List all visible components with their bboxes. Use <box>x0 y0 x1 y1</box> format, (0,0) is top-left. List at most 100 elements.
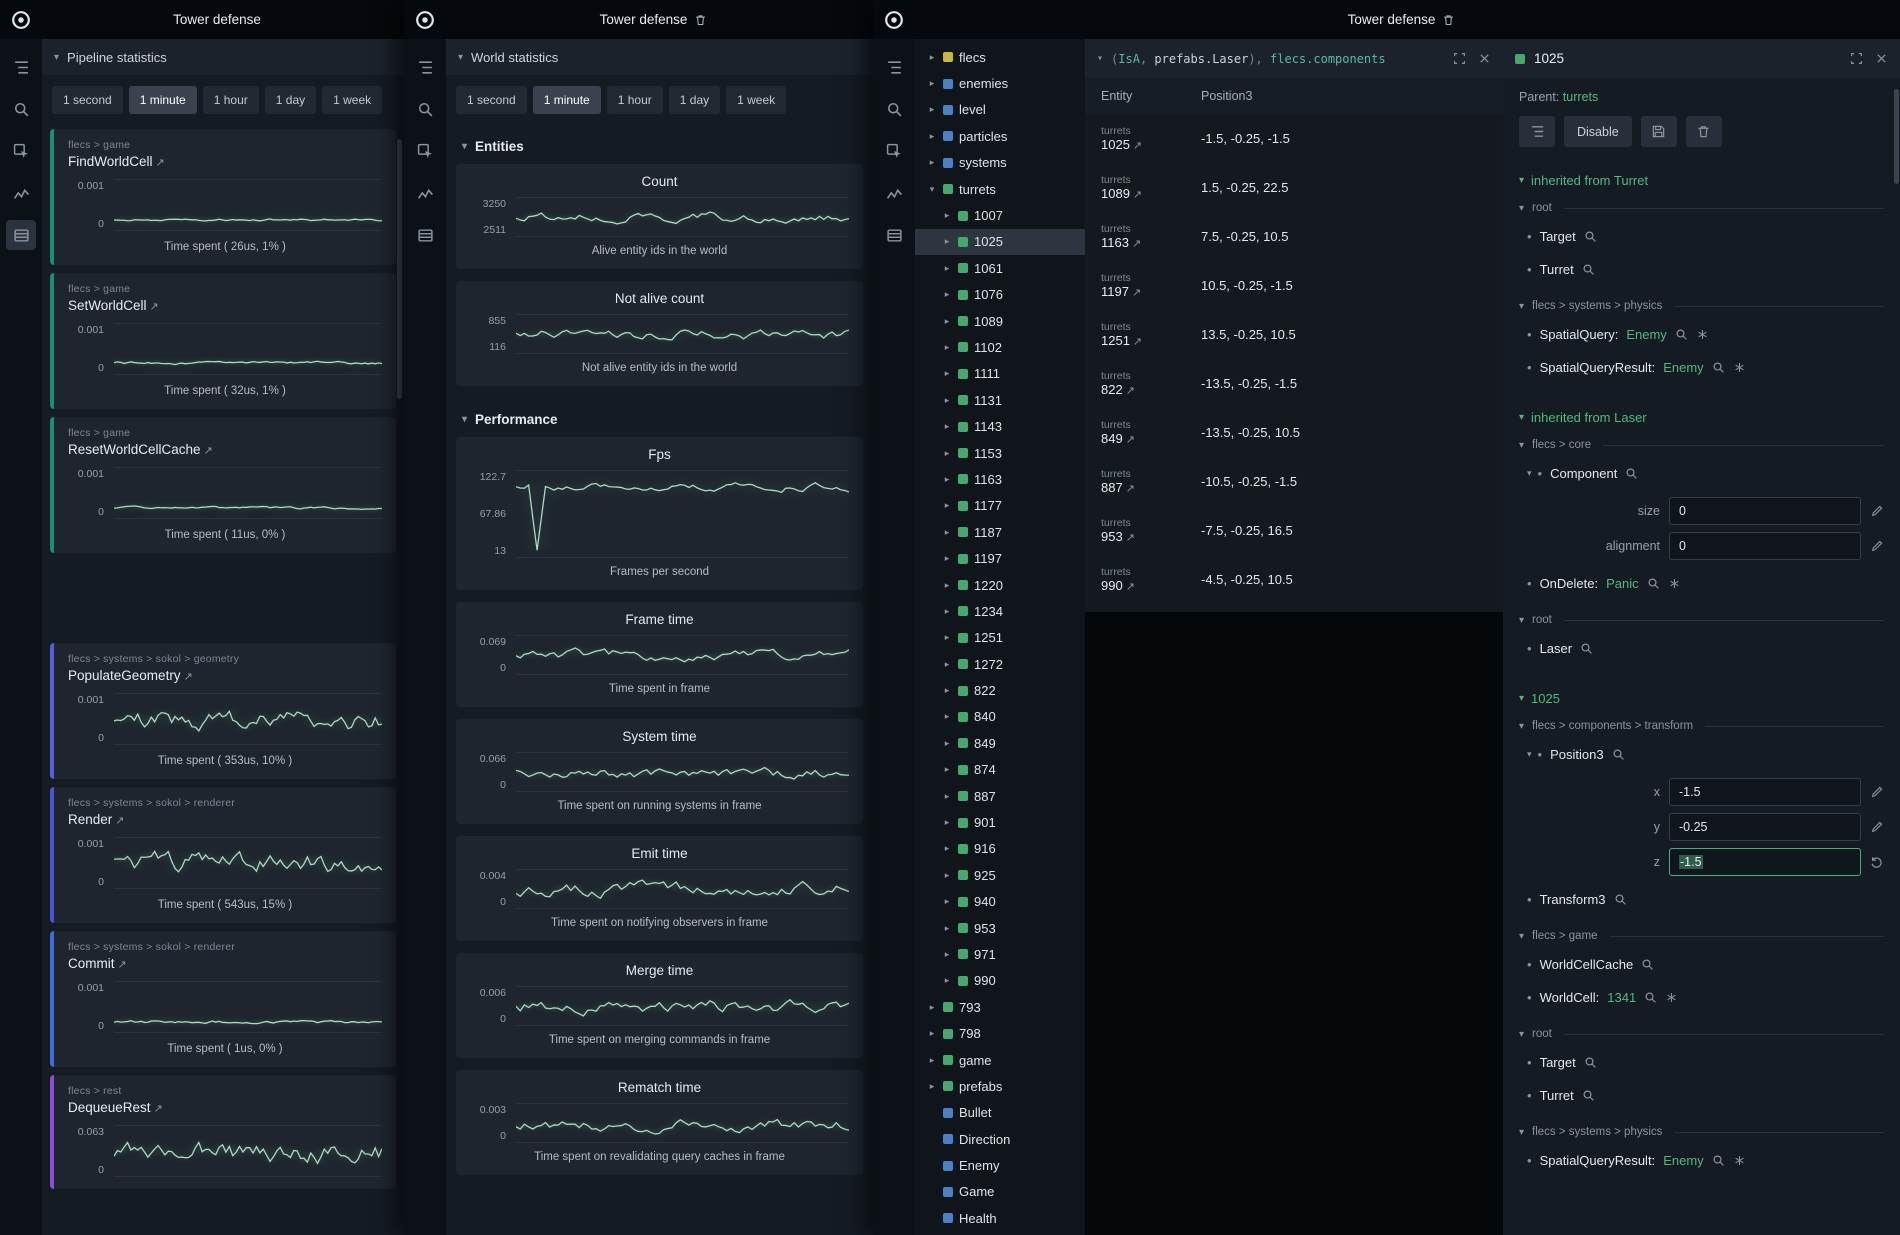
search-icon[interactable] <box>1584 1056 1597 1069</box>
field-input[interactable]: 0 <box>1669 497 1861 525</box>
entity-id-link[interactable]: 1197↗ <box>1101 284 1201 299</box>
tree-item-990[interactable]: ▸990 <box>915 968 1085 994</box>
component-row[interactable]: •SpatialQueryResult:Enemy <box>1519 351 1884 384</box>
search-icon[interactable] <box>1625 467 1638 480</box>
close-icon[interactable] <box>1478 52 1491 65</box>
tree-item-1089[interactable]: ▸1089 <box>915 308 1085 334</box>
query-result-row[interactable]: turrets953↗-7.5, -0.25, 16.5 <box>1085 506 1503 555</box>
tree-item-game[interactable]: ▸game <box>915 1047 1085 1073</box>
time-range-button[interactable]: 1 week <box>322 86 382 114</box>
tree-item-systems[interactable]: ▸systems <box>915 150 1085 176</box>
tree-item-1111[interactable]: ▸1111 <box>915 361 1085 387</box>
tree-item-1131[interactable]: ▸1131 <box>915 387 1085 413</box>
asterisk-icon[interactable] <box>1733 1154 1746 1167</box>
hierarchy-rail-button[interactable] <box>879 52 909 82</box>
expand-icon[interactable] <box>1453 52 1466 65</box>
pencil-icon[interactable] <box>1870 785 1884 799</box>
asterisk-icon[interactable] <box>1668 577 1681 590</box>
search-rail-button[interactable] <box>410 94 440 124</box>
window-titlebar[interactable]: Tower defense <box>404 0 873 39</box>
tree-item-1143[interactable]: ▸1143 <box>915 413 1085 439</box>
game-canvas[interactable] <box>1085 612 1503 1235</box>
chart-rail-button[interactable] <box>6 178 36 208</box>
query-result-row[interactable]: turrets822↗-13.5, -0.25, -1.5 <box>1085 359 1503 408</box>
tree-item-1177[interactable]: ▸1177 <box>915 493 1085 519</box>
tree-item-793[interactable]: ▸793 <box>915 994 1085 1020</box>
tree-item-971[interactable]: ▸971 <box>915 941 1085 967</box>
component-row[interactable]: •Target <box>1519 1046 1884 1079</box>
component-row[interactable]: •OnDelete:Panic <box>1519 567 1884 600</box>
component-row[interactable]: •WorldCellCache <box>1519 948 1884 981</box>
tree-item-822[interactable]: ▸822 <box>915 677 1085 703</box>
table-rail-button[interactable] <box>879 220 909 250</box>
panel-header[interactable]: ▾ Pipeline statistics <box>42 39 404 75</box>
card-title-link[interactable]: ResetWorldCellCache↗ <box>68 442 382 457</box>
query-expression[interactable]: (IsA, prefabs.Laser), flecs.components <box>1111 52 1386 66</box>
tree-item-prefabs[interactable]: ▸prefabs <box>915 1073 1085 1099</box>
component-row[interactable]: •WorldCell:1341 <box>1519 981 1884 1014</box>
search-icon[interactable] <box>1647 577 1660 590</box>
tree-item-Game[interactable]: Game <box>915 1179 1085 1205</box>
tree-item-798[interactable]: ▸798 <box>915 1020 1085 1046</box>
tree-item-1197[interactable]: ▸1197 <box>915 545 1085 571</box>
tree-item-flecs[interactable]: ▸flecs <box>915 44 1085 70</box>
search-icon[interactable] <box>1582 263 1595 276</box>
component-row[interactable]: ▾•Position3 <box>1519 738 1884 771</box>
query-result-row[interactable]: turrets1251↗13.5, -0.25, 10.5 <box>1085 310 1503 359</box>
close-icon[interactable] <box>1875 52 1888 65</box>
tree-item-1234[interactable]: ▸1234 <box>915 598 1085 624</box>
search-icon[interactable] <box>1582 1089 1595 1102</box>
query-result-row[interactable]: turrets887↗-10.5, -0.25, -1.5 <box>1085 457 1503 506</box>
time-range-button[interactable]: 1 minute <box>129 86 197 114</box>
trash-icon[interactable] <box>694 13 707 27</box>
entity-id-link[interactable]: 822↗ <box>1101 382 1201 397</box>
query-result-row[interactable]: turrets849↗-13.5, -0.25, 10.5 <box>1085 408 1503 457</box>
pencil-icon[interactable] <box>1870 539 1884 553</box>
asterisk-icon[interactable] <box>1696 328 1709 341</box>
tree-item-887[interactable]: ▸887 <box>915 783 1085 809</box>
time-range-button[interactable]: 1 day <box>669 86 720 114</box>
trash-icon[interactable] <box>1442 13 1455 27</box>
panel-header[interactable]: ▾ World statistics <box>446 39 873 75</box>
time-range-button[interactable]: 1 hour <box>607 86 663 114</box>
query-result-row[interactable]: turrets1197↗10.5, -0.25, -1.5 <box>1085 261 1503 310</box>
inspector-rail-button[interactable] <box>410 136 440 166</box>
entity-id-link[interactable]: 849↗ <box>1101 431 1201 446</box>
inspector-section-header[interactable]: ▾inherited from Laser <box>1519 410 1884 425</box>
delete-button[interactable] <box>1686 116 1722 147</box>
tree-item-1163[interactable]: ▸1163 <box>915 466 1085 492</box>
parent-link[interactable]: turrets <box>1563 90 1598 104</box>
tree-item-level[interactable]: ▸level <box>915 97 1085 123</box>
card-title-link[interactable]: Render↗ <box>68 812 382 827</box>
inspector-scope-header[interactable]: ▾flecs > components > transform <box>1519 720 1884 732</box>
inspector-scope-header[interactable]: ▾flecs > systems > physics <box>1519 300 1884 312</box>
component-row[interactable]: •Turret <box>1519 253 1884 286</box>
tree-item-1007[interactable]: ▸1007 <box>915 202 1085 228</box>
tree-view-button[interactable] <box>1519 116 1555 147</box>
component-row[interactable]: •Laser <box>1519 632 1884 665</box>
disable-button[interactable]: Disable <box>1564 116 1632 147</box>
hierarchy-rail-button[interactable] <box>410 52 440 82</box>
chart-rail-button[interactable] <box>879 178 909 208</box>
tree-item-Bullet[interactable]: Bullet <box>915 1100 1085 1126</box>
field-input[interactable]: 0 <box>1669 532 1861 560</box>
tree-item-916[interactable]: ▸916 <box>915 836 1085 862</box>
query-editor[interactable]: ▾ (IsA, prefabs.Laser), flecs.components <box>1085 39 1503 78</box>
inspector-section-header[interactable]: ▾inherited from Turret <box>1519 173 1884 188</box>
save-button[interactable] <box>1641 116 1677 147</box>
inspector-scope-header[interactable]: ▾flecs > core <box>1519 439 1884 451</box>
search-icon[interactable] <box>1580 642 1593 655</box>
card-title-link[interactable]: DequeueRest↗ <box>68 1100 382 1115</box>
time-range-button[interactable]: 1 second <box>456 86 527 114</box>
tree-item-1251[interactable]: ▸1251 <box>915 625 1085 651</box>
inspector-rail-button[interactable] <box>879 136 909 166</box>
entity-id-link[interactable]: 1251↗ <box>1101 333 1201 348</box>
tree-item-1153[interactable]: ▸1153 <box>915 440 1085 466</box>
hierarchy-rail-button[interactable] <box>6 52 36 82</box>
window-titlebar[interactable]: Tower defense <box>0 0 404 39</box>
card-title-link[interactable]: PopulateGeometry↗ <box>68 668 382 683</box>
scrollbar-thumb[interactable] <box>1894 89 1899 184</box>
search-icon[interactable] <box>1712 1154 1725 1167</box>
component-row[interactable]: •SpatialQueryResult:Enemy <box>1519 1144 1884 1177</box>
inspector-section-header[interactable]: ▾1025 <box>1519 691 1884 706</box>
